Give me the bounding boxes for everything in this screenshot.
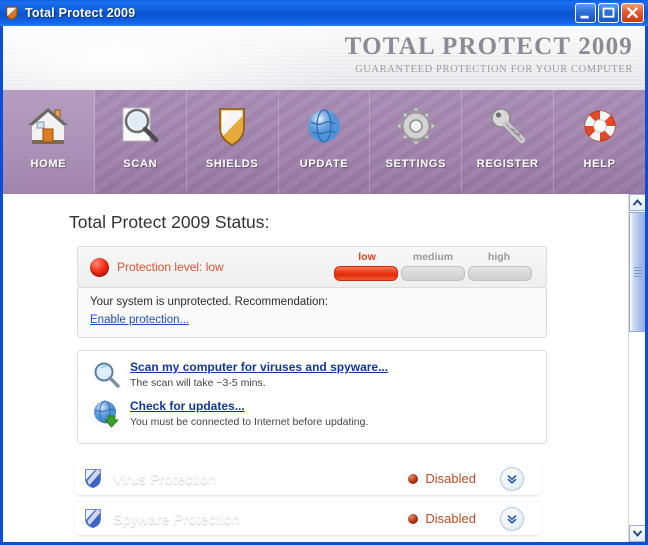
minimize-icon[interactable] (575, 3, 596, 23)
window-controls (575, 3, 644, 23)
shield-icon (83, 507, 103, 530)
status-badge: Disabled (425, 471, 476, 486)
toolbar-label: SCAN (123, 158, 158, 170)
enable-protection-link[interactable]: Enable protection... (90, 314, 189, 326)
toolbar-item-update[interactable]: UPDATE (279, 90, 371, 194)
meter-segment-low (334, 266, 398, 281)
globe-icon (300, 102, 348, 150)
chevron-double-down-icon[interactable] (500, 506, 524, 531)
scan-subtext: The scan will take ~3-5 mins. (130, 377, 266, 389)
window-title: Total Protect 2009 (25, 6, 136, 20)
page-title: Total Protect 2009 Status: (69, 212, 270, 232)
toolbar-item-scan[interactable]: SCAN (95, 90, 187, 194)
action-update[interactable]: Check for updates... You must be connect… (92, 399, 368, 428)
title-bar: Total Protect 2009 (0, 0, 648, 26)
shield-icon (208, 102, 256, 150)
chevron-down-icon[interactable] (629, 525, 646, 542)
brand-block: TOTAL PROTECT 2009 GUARANTEED PROTECTION… (345, 34, 633, 75)
toolbar-item-register[interactable]: REGISTER (462, 90, 555, 194)
key-icon (484, 102, 532, 150)
brand-title: TOTAL PROTECT 2009 (344, 33, 633, 60)
toolbar-item-home[interactable]: HOME (3, 90, 95, 194)
globe-download-icon (92, 399, 121, 428)
protection-bar-spyware[interactable]: Spyware Protection Disabled (74, 502, 542, 535)
divider (483, 466, 484, 491)
toolbar-item-help[interactable]: HELP (554, 90, 645, 194)
protection-bar-status-block: Disabled (408, 466, 542, 491)
gear-icon (392, 102, 440, 150)
meter-labels: low medium high (334, 251, 532, 264)
meter-segment-medium (401, 266, 465, 281)
shield-icon (83, 467, 103, 490)
lifebuoy-icon (576, 102, 624, 150)
meter-label-high: high (487, 251, 511, 263)
action-text-block: Check for updates... You must be connect… (130, 399, 368, 428)
application-window: Total Protect 2009 TOTAL PROTECT 2009 GU… (0, 0, 648, 545)
window-frame-left (0, 26, 3, 545)
grip-icon (633, 265, 642, 279)
meter-segments (334, 266, 532, 281)
meter-label-medium: medium (412, 251, 454, 263)
scan-link[interactable]: Scan my computer for viruses and spyware… (130, 360, 388, 374)
meter-segment-high (468, 266, 532, 281)
toolbar-label: HOME (30, 158, 67, 170)
chevron-double-down-icon[interactable] (500, 466, 524, 491)
red-dot-icon (408, 513, 419, 524)
vertical-scrollbar[interactable] (628, 194, 646, 542)
protection-status-panel: Protection level: low low medium high (77, 246, 547, 288)
recommendation-panel: Your system is unprotected. Recommendati… (77, 287, 547, 338)
protection-level-block: Protection level: low (90, 247, 224, 287)
update-subtext: You must be connected to Internet before… (130, 416, 369, 428)
meter-label-low: low (358, 251, 376, 263)
action-text-block: Scan my computer for viruses and spyware… (130, 360, 388, 389)
magnifier-icon (116, 102, 164, 150)
toolbar-label: HELP (583, 158, 616, 170)
red-dot-icon (408, 473, 419, 484)
brand-subtitle: GUARANTEED PROTECTION FOR YOUR COMPUTER (355, 64, 633, 75)
recommendation-text: Your system is unprotected. Recommendati… (90, 296, 329, 308)
main-toolbar: HOME SCAN SHIELDS UPDATE SETTINGS REGIST… (3, 90, 645, 194)
shield-icon (4, 5, 20, 21)
protection-bar-label: Virus Protection (113, 470, 217, 487)
brand-banner: TOTAL PROTECT 2009 GUARANTEED PROTECTION… (3, 26, 645, 90)
status-badge: Disabled (425, 511, 476, 526)
scrollbar-thumb[interactable] (629, 212, 646, 332)
protection-bar-virus[interactable]: Virus Protection Disabled (74, 462, 542, 495)
chevron-up-icon[interactable] (629, 194, 646, 211)
protection-level-text: Protection level: low (117, 260, 224, 274)
actions-panel: Scan my computer for viruses and spyware… (77, 350, 547, 444)
action-scan[interactable]: Scan my computer for viruses and spyware… (92, 360, 388, 389)
protection-level-meter: low medium high (334, 251, 532, 281)
red-dot-icon (90, 257, 109, 277)
magnifier-icon (92, 360, 121, 389)
toolbar-label: REGISTER (476, 158, 539, 170)
divider (483, 506, 484, 531)
toolbar-label: UPDATE (299, 158, 349, 170)
protection-bar-label: Spyware Protection (113, 510, 240, 527)
maximize-icon[interactable] (598, 3, 619, 23)
toolbar-label: SETTINGS (385, 158, 447, 170)
house-icon (24, 102, 72, 150)
toolbar-label: SHIELDS (205, 158, 259, 170)
close-icon[interactable] (621, 3, 644, 23)
toolbar-item-settings[interactable]: SETTINGS (370, 90, 463, 194)
update-link[interactable]: Check for updates... (130, 399, 368, 413)
toolbar-item-shields[interactable]: SHIELDS (187, 90, 279, 194)
protection-bar-status-block: Disabled (408, 506, 542, 531)
